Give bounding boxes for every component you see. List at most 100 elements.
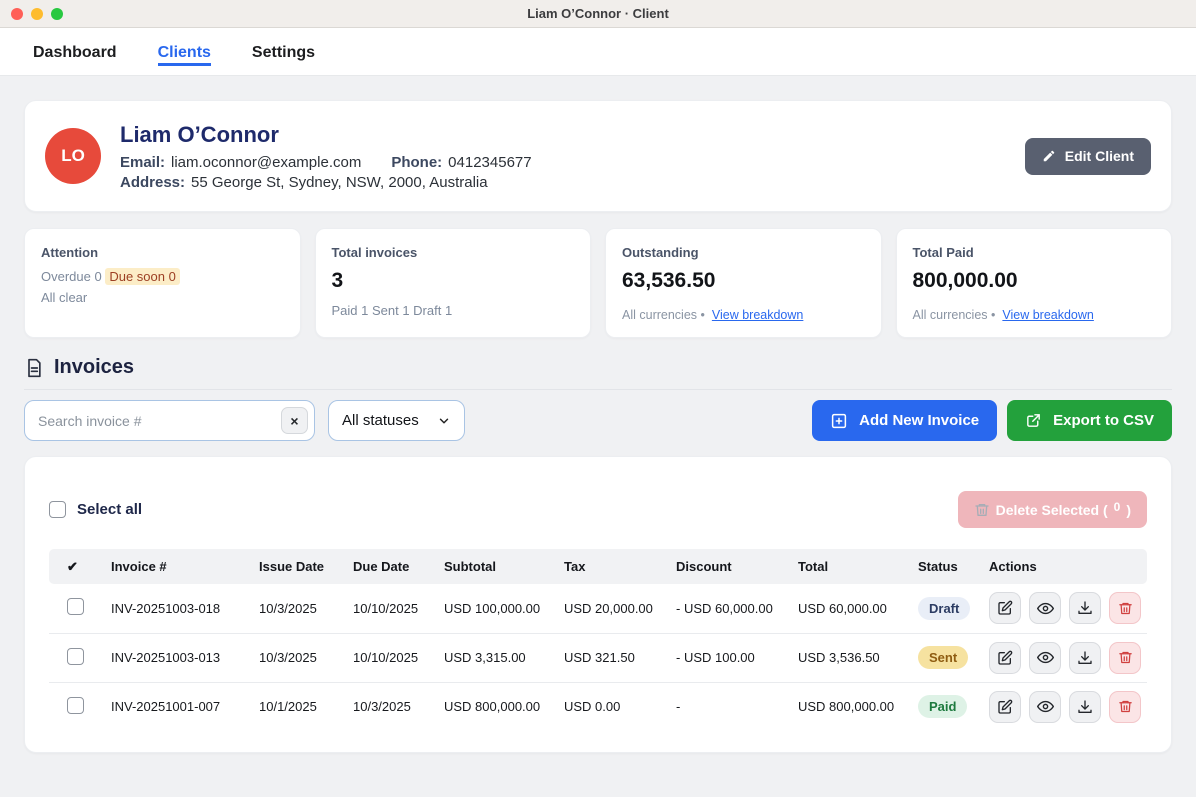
invoice-status-breakdown: Paid 1 Sent 1 Draft 1 <box>332 303 575 318</box>
discount: - <box>676 682 798 731</box>
edit-icon <box>997 699 1013 715</box>
nav-tab-dashboard[interactable]: Dashboard <box>33 38 117 66</box>
due-date: 10/10/2025 <box>353 584 444 633</box>
invoice-number: INV-20251003-013 <box>111 633 259 682</box>
row-checkbox[interactable] <box>67 598 84 615</box>
due-date: 10/3/2025 <box>353 682 444 731</box>
download-invoice-button[interactable] <box>1069 691 1101 723</box>
edit-client-button[interactable]: Edit Client <box>1025 138 1151 175</box>
currencies-note: All currencies • <box>913 308 996 322</box>
address-label: Address: <box>120 174 185 191</box>
edit-invoice-button[interactable] <box>989 642 1021 674</box>
view-breakdown-link[interactable]: View breakdown <box>712 308 804 322</box>
close-window-button[interactable] <box>11 8 23 20</box>
subtotal: USD 800,000.00 <box>444 682 564 731</box>
issue-date: 10/3/2025 <box>259 633 353 682</box>
col-invoice: Invoice # <box>111 549 259 584</box>
export-csv-button[interactable]: Export to CSV <box>1007 400 1172 441</box>
table-row: INV-20251003-013 10/3/2025 10/10/2025 US… <box>49 633 1147 682</box>
select-all-checkbox[interactable] <box>49 501 66 518</box>
add-new-invoice-button[interactable]: Add New Invoice <box>812 400 997 441</box>
clear-search-button[interactable]: × <box>281 407 308 434</box>
nav-tab-settings[interactable]: Settings <box>252 38 315 66</box>
status-filter-select[interactable]: All statuses <box>328 400 465 441</box>
email-label: Email: <box>120 154 165 171</box>
trash-icon <box>1118 601 1133 616</box>
invoices-table: ✔ Invoice # Issue Date Due Date Subtotal… <box>49 549 1147 731</box>
download-invoice-button[interactable] <box>1069 642 1101 674</box>
pencil-icon <box>1042 149 1056 163</box>
zoom-window-button[interactable] <box>51 8 63 20</box>
col-issue-date: Issue Date <box>259 549 353 584</box>
stat-card-outstanding: Outstanding 63,536.50 All currencies • V… <box>605 228 882 338</box>
invoice-number: INV-20251001-007 <box>111 682 259 731</box>
status-badge: Sent <box>918 646 968 669</box>
stat-title: Total Paid <box>913 245 1156 260</box>
download-icon <box>1077 650 1093 666</box>
window-titlebar: Liam O’Connor · Client <box>0 0 1196 28</box>
client-phone: 0412345677 <box>448 154 531 171</box>
issue-date: 10/1/2025 <box>259 682 353 731</box>
table-row: INV-20251003-018 10/3/2025 10/10/2025 US… <box>49 584 1147 633</box>
stat-card-attention: Attention Overdue 0 Due soon 0 All clear <box>24 228 301 338</box>
tax: USD 20,000.00 <box>564 584 676 633</box>
download-invoice-button[interactable] <box>1069 592 1101 624</box>
invoices-table-card: Select all Delete Selected ( 0 ) ✔ Invoi… <box>24 456 1172 753</box>
discount: - USD 100.00 <box>676 633 798 682</box>
due-soon-badge: Due soon 0 <box>105 268 180 285</box>
total: USD 800,000.00 <box>798 682 918 731</box>
eye-icon <box>1037 649 1054 666</box>
client-name: Liam O’Connor <box>120 122 532 148</box>
close-icon: × <box>290 413 298 429</box>
view-invoice-button[interactable] <box>1029 642 1061 674</box>
chevron-down-icon <box>437 414 451 428</box>
status-badge: Draft <box>918 597 970 620</box>
trash-icon <box>1118 699 1133 714</box>
issue-date: 10/3/2025 <box>259 584 353 633</box>
col-tax: Tax <box>564 549 676 584</box>
tax: USD 0.00 <box>564 682 676 731</box>
row-checkbox[interactable] <box>67 648 84 665</box>
download-icon <box>1077 699 1093 715</box>
trash-icon <box>974 502 990 518</box>
edit-invoice-button[interactable] <box>989 592 1021 624</box>
delete-selected-count: 0 <box>1114 500 1121 514</box>
client-address: 55 George St, Sydney, NSW, 2000, Austral… <box>191 174 488 191</box>
col-due-date: Due Date <box>353 549 444 584</box>
nav-tab-clients[interactable]: Clients <box>158 38 211 66</box>
total: USD 3,536.50 <box>798 633 918 682</box>
delete-invoice-button[interactable] <box>1109 642 1141 674</box>
top-nav: Dashboard Clients Settings <box>0 28 1196 76</box>
view-invoice-button[interactable] <box>1029 691 1061 723</box>
stat-card-total-invoices: Total invoices 3 Paid 1 Sent 1 Draft 1 <box>315 228 592 338</box>
subtotal: USD 3,315.00 <box>444 633 564 682</box>
edit-invoice-button[interactable] <box>989 691 1021 723</box>
stat-title: Total invoices <box>332 245 575 260</box>
delete-selected-button[interactable]: Delete Selected ( 0 ) <box>958 491 1147 528</box>
delete-invoice-button[interactable] <box>1109 592 1141 624</box>
phone-label: Phone: <box>391 154 442 171</box>
total-invoices-value: 3 <box>332 269 575 293</box>
avatar: LO <box>45 128 101 184</box>
col-discount: Discount <box>676 549 798 584</box>
col-check: ✔ <box>49 549 111 584</box>
tax: USD 321.50 <box>564 633 676 682</box>
document-icon <box>24 358 44 378</box>
export-csv-label: Export to CSV <box>1053 412 1154 429</box>
delete-invoice-button[interactable] <box>1109 691 1141 723</box>
invoice-number: INV-20251003-018 <box>111 584 259 633</box>
view-breakdown-link[interactable]: View breakdown <box>1002 308 1094 322</box>
edit-icon <box>997 650 1013 666</box>
search-input[interactable] <box>24 400 315 441</box>
col-status: Status <box>918 549 989 584</box>
view-invoice-button[interactable] <box>1029 592 1061 624</box>
client-email: liam.oconnor@example.com <box>171 154 361 171</box>
minimize-window-button[interactable] <box>31 8 43 20</box>
currencies-note: All currencies • <box>622 308 705 322</box>
stat-title: Attention <box>41 245 284 260</box>
window-title: Liam O’Connor · Client <box>527 6 669 21</box>
overdue-count: Overdue 0 <box>41 269 102 284</box>
edit-client-label: Edit Client <box>1065 148 1134 164</box>
due-date: 10/10/2025 <box>353 633 444 682</box>
row-checkbox[interactable] <box>67 697 84 714</box>
